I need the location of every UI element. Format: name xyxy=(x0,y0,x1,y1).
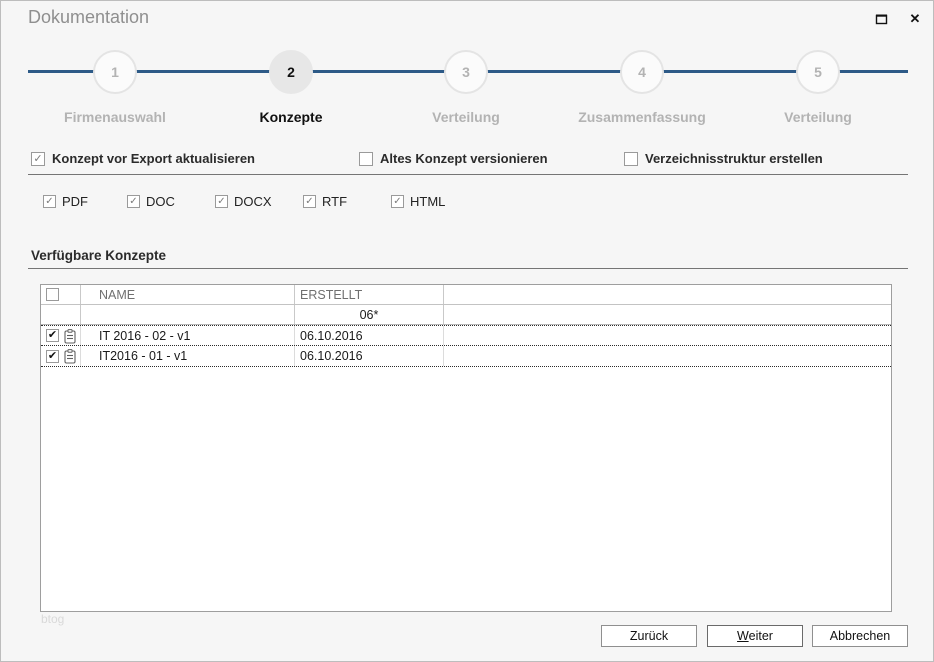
step-5-circle[interactable]: 5 xyxy=(796,50,840,94)
divider-concepts xyxy=(28,268,908,269)
rtf-label: RTF xyxy=(322,194,348,209)
next-button[interactable]: Weiter xyxy=(707,625,803,647)
clipboard-icon xyxy=(64,329,76,344)
option-update-concept[interactable]: ✓ Konzept vor Export aktualisieren xyxy=(31,151,255,166)
format-rtf[interactable]: ✓ RTF xyxy=(303,194,347,209)
rtf-checkbox[interactable]: ✓ xyxy=(303,195,316,208)
step-5-number: 5 xyxy=(814,64,822,80)
table-row[interactable]: ✔ IT2016 - 01 - v1 06.10.2016 xyxy=(41,346,891,367)
close-button[interactable]: ✕ xyxy=(905,9,925,29)
select-all-checkbox[interactable] xyxy=(46,288,59,301)
cancel-button[interactable]: Abbrechen xyxy=(812,625,908,647)
step-2-circle[interactable]: 2 xyxy=(269,50,313,94)
back-button[interactable]: Zurück xyxy=(601,625,697,647)
step-3-label: Verteilung xyxy=(432,109,500,125)
step-4-label: Zusammenfassung xyxy=(578,109,706,125)
clipboard-icon xyxy=(64,349,76,364)
format-html[interactable]: ✓ HTML xyxy=(391,194,445,209)
available-concepts-heading: Verfügbare Konzepte xyxy=(31,248,167,263)
concepts-table: NAME ERSTELLT 06* ✔ IT 2016 - 02 - v1 06… xyxy=(40,284,892,612)
option-version-concept[interactable]: Altes Konzept versionieren xyxy=(359,151,548,166)
header-erstellt[interactable]: ERSTELLT xyxy=(295,285,444,304)
pdf-checkbox[interactable]: ✓ xyxy=(43,195,56,208)
row-name: IT2016 - 01 - v1 xyxy=(81,346,295,366)
divider-options xyxy=(28,174,908,175)
maximize-button[interactable] xyxy=(871,9,891,29)
option-directory-structure[interactable]: Verzeichnisstruktur erstellen xyxy=(624,151,823,166)
options-row: ✓ Konzept vor Export aktualisieren Altes… xyxy=(1,151,933,167)
table-filter-row: 06* xyxy=(41,305,891,325)
filter-name-input[interactable] xyxy=(81,305,295,324)
step-1-label: Firmenauswahl xyxy=(64,109,166,125)
doc-checkbox[interactable]: ✓ xyxy=(127,195,140,208)
step-1-number: 1 xyxy=(111,64,119,80)
step-4-circle[interactable]: 4 xyxy=(620,50,664,94)
header-name[interactable]: NAME xyxy=(81,285,295,304)
row-check-cell: ✔ xyxy=(41,326,81,345)
row-check-cell: ✔ xyxy=(41,346,81,366)
version-concept-checkbox[interactable] xyxy=(359,151,373,166)
watermark: btog xyxy=(41,612,65,626)
html-label: HTML xyxy=(410,194,446,209)
dokumentation-dialog: Dokumentation ✕ 1 2 3 4 5 Firmenauswahl … xyxy=(0,0,934,662)
html-checkbox[interactable]: ✓ xyxy=(391,195,404,208)
directory-structure-label: Verzeichnisstruktur erstellen xyxy=(645,151,823,166)
step-1-circle[interactable]: 1 xyxy=(93,50,137,94)
doc-label: DOC xyxy=(146,194,175,209)
window-title: Dokumentation xyxy=(28,7,150,27)
row-name: IT 2016 - 02 - v1 xyxy=(81,326,295,345)
docx-checkbox[interactable]: ✓ xyxy=(215,195,228,208)
format-docx[interactable]: ✓ DOCX xyxy=(215,194,272,209)
row-erstellt: 06.10.2016 xyxy=(295,346,444,366)
step-2-number: 2 xyxy=(287,64,295,80)
row-checkbox[interactable]: ✔ xyxy=(46,329,59,342)
format-doc[interactable]: ✓ DOC xyxy=(127,194,175,209)
formats-row: ✓ PDF ✓ DOC ✓ DOCX ✓ RTF ✓ HTML xyxy=(1,194,933,210)
step-4-number: 4 xyxy=(638,64,646,80)
filter-erstellt-input[interactable]: 06* xyxy=(295,305,444,324)
step-3-circle[interactable]: 3 xyxy=(444,50,488,94)
step-3-number: 3 xyxy=(462,64,470,80)
table-header-row: NAME ERSTELLT xyxy=(41,285,891,305)
version-concept-label: Altes Konzept versionieren xyxy=(380,151,548,166)
header-select-all-cell xyxy=(41,285,81,304)
maximize-icon xyxy=(875,14,887,25)
format-pdf[interactable]: ✓ PDF xyxy=(43,194,88,209)
window-controls: ✕ xyxy=(871,9,925,29)
docx-label: DOCX xyxy=(234,194,272,209)
next-button-rest: eiter xyxy=(748,629,773,643)
update-concept-checkbox[interactable]: ✓ xyxy=(31,151,45,166)
directory-structure-checkbox[interactable] xyxy=(624,151,638,166)
next-button-mnemonic: W xyxy=(737,629,749,643)
pdf-label: PDF xyxy=(62,194,88,209)
update-concept-label: Konzept vor Export aktualisieren xyxy=(52,151,255,166)
close-icon: ✕ xyxy=(909,11,921,26)
step-5-label: Verteilung xyxy=(784,109,852,125)
row-checkbox[interactable]: ✔ xyxy=(46,349,59,363)
filter-check-cell xyxy=(41,305,81,324)
row-erstellt: 06.10.2016 xyxy=(295,326,444,345)
table-row[interactable]: ✔ IT 2016 - 02 - v1 06.10.2016 xyxy=(41,325,891,346)
step-2-label: Konzepte xyxy=(259,109,323,125)
